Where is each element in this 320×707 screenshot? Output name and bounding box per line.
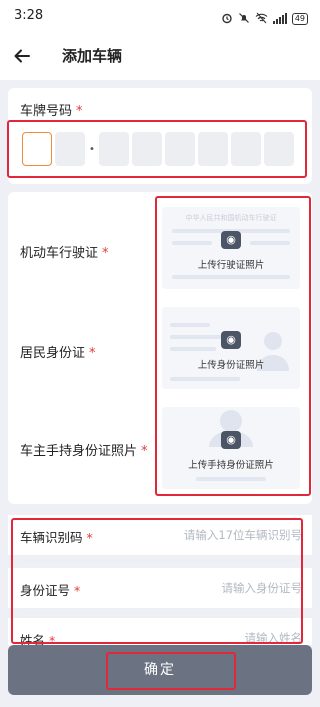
required-mark: * (86, 530, 93, 545)
hand-id-upload[interactable]: ◉ 上传手持身份证照片 (162, 407, 300, 489)
signal-icon (272, 9, 287, 28)
hand-id-label: 车主手持身份证照片 * (20, 440, 148, 459)
hand-id-upload-text: 上传手持身份证照片 (188, 460, 274, 471)
name-label-text: 姓名 (20, 633, 46, 645)
plate-cell[interactable] (132, 132, 162, 166)
license-upload[interactable]: 中华人民共和国机动车行驶证 ◉ 上传行驶证照片 (162, 207, 300, 289)
required-mark: * (102, 246, 109, 261)
camera-icon: ◉ (221, 431, 241, 449)
plate-dot: • (89, 143, 95, 155)
license-watermark: 中华人民共和国机动车行驶证 (185, 214, 277, 222)
name-row: 姓名 * (8, 618, 312, 645)
vin-label: 车辆识别码 * (20, 527, 93, 546)
mute-bell-icon (238, 9, 250, 28)
license-label-text: 机动车行驶证 (20, 246, 99, 261)
camera-icon: ◉ (221, 331, 241, 349)
id-number-label-text: 身份证号 (20, 583, 71, 598)
status-icons: 49 (221, 9, 308, 28)
required-mark: * (76, 104, 83, 119)
divider (20, 560, 300, 561)
deco-line (170, 347, 216, 351)
id-card-upload[interactable]: ◉ 上传身份证照片 (162, 307, 300, 389)
plate-label-text: 车牌号码 (20, 104, 73, 119)
deco-line (170, 323, 210, 327)
license-upload-text: 上传行驶证照片 (197, 260, 265, 271)
footer-bar: 确定 (0, 645, 320, 707)
status-time: 3:28 (14, 8, 44, 23)
plate-cell[interactable] (264, 132, 294, 166)
page-title: 添加车辆 (62, 47, 123, 65)
plate-cell[interactable] (231, 132, 261, 166)
plate-cell[interactable] (55, 132, 85, 166)
deco-line (172, 241, 212, 245)
confirm-button[interactable]: 确定 (8, 645, 312, 695)
plate-cell[interactable] (99, 132, 129, 166)
required-mark: * (49, 633, 56, 645)
license-label: 机动车行驶证 * (20, 242, 109, 261)
battery-icon: 49 (291, 12, 308, 25)
camera-icon: ◉ (221, 231, 241, 249)
id-card-label-text: 居民身份证 (20, 346, 86, 361)
id-number-row: 身份证号 * (8, 568, 312, 608)
alarm-icon (221, 9, 233, 28)
vin-row: 车辆识别码 * (8, 515, 312, 555)
id-number-input[interactable] (152, 576, 302, 600)
deco-line (196, 477, 266, 481)
deco-line (250, 241, 290, 245)
back-arrow-icon[interactable] (12, 42, 40, 70)
id-card-label: 居民身份证 * (20, 342, 96, 361)
plate-cell[interactable] (165, 132, 195, 166)
vin-label-text: 车辆识别码 (20, 530, 83, 545)
vin-input[interactable] (152, 523, 302, 547)
id-card-upload-text: 上传身份证照片 (197, 360, 265, 371)
id-number-label: 身份证号 * (20, 580, 80, 599)
wifi-off-icon (255, 9, 268, 28)
required-mark: * (89, 346, 96, 361)
deco-line (170, 377, 240, 381)
plate-cell-province[interactable] (22, 132, 52, 166)
plate-label: 车牌号码 * (20, 100, 83, 119)
deco-line (172, 275, 290, 279)
required-mark: * (74, 583, 81, 598)
nav-bar: 添加车辆 (0, 32, 320, 80)
required-mark: * (141, 444, 148, 459)
name-input[interactable] (152, 626, 302, 645)
plate-cell[interactable] (198, 132, 228, 166)
status-bar: 3:28 49 (0, 0, 320, 32)
name-label: 姓名 * (20, 630, 55, 645)
hand-id-label-text: 车主手持身份证照片 (20, 444, 138, 459)
plate-input: • (22, 132, 297, 166)
divider (20, 613, 300, 614)
